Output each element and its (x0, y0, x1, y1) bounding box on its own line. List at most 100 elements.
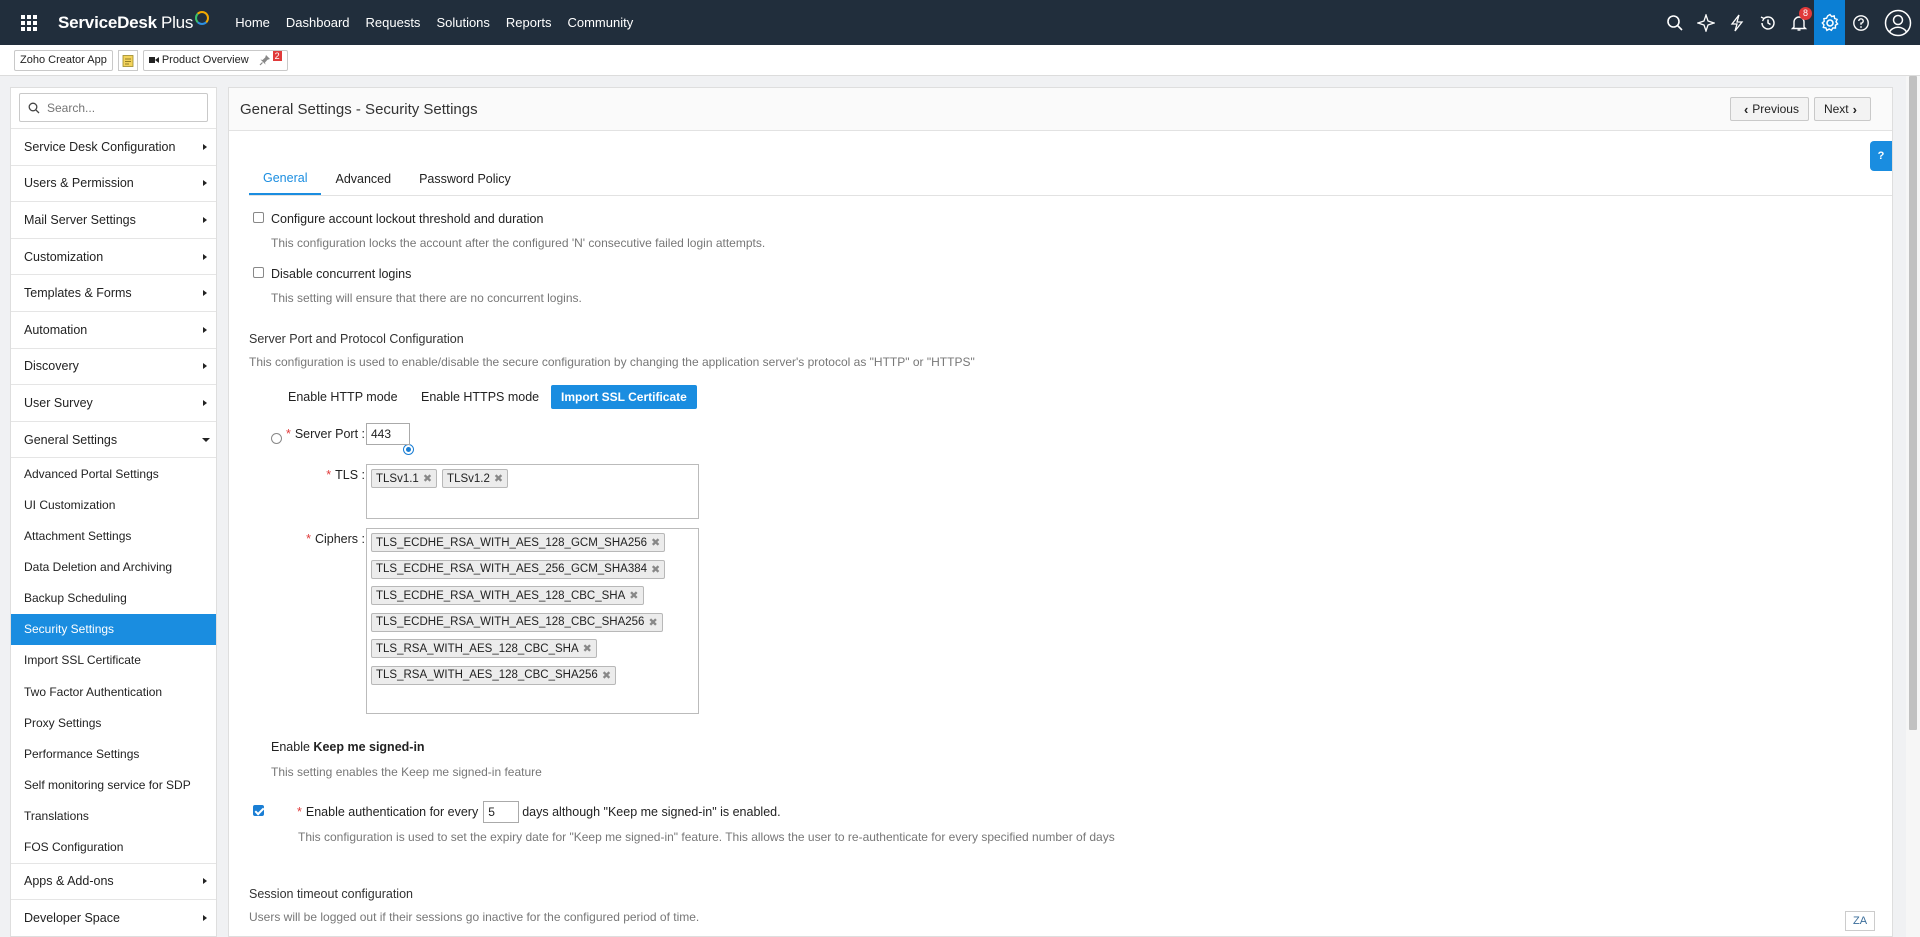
product-overview-button[interactable]: Product Overview 2 (142, 49, 288, 71)
https-mode-radio[interactable] (403, 444, 414, 455)
nav-home[interactable]: Home (235, 15, 270, 30)
keep-signed-in-checkbox[interactable] (253, 805, 264, 816)
nav-solutions[interactable]: Solutions (436, 15, 489, 30)
sidebar-item-developer-space[interactable]: Developer Space (11, 899, 216, 936)
sidebar-item-label: Automation (24, 322, 88, 337)
auth-expiry-prefix: Enable authentication for every (305, 805, 479, 819)
caret-right-icon (203, 216, 207, 223)
server-port-section-description: This configuration is used to enable/dis… (249, 355, 975, 369)
lockout-description: This configuration locks the account aft… (271, 236, 766, 250)
sidebar-sub-advanced-portal-settings[interactable]: Advanced Portal Settings (11, 458, 216, 490)
sidebar-item-general-settings[interactable]: General Settings (11, 420, 216, 458)
sidebar-item-apps-addons[interactable]: Apps & Add-ons (11, 862, 216, 900)
nav-community[interactable]: Community (567, 15, 633, 30)
caret-right-icon (203, 253, 207, 260)
scrollbar-thumb[interactable] (1909, 76, 1917, 730)
https-mode-label: Enable HTTPS mode (421, 390, 540, 404)
auth-expiry-description: This configuration is used to set the ex… (298, 830, 1115, 844)
sidebar-sub-self-monitoring-service[interactable]: Self monitoring service for SDP (11, 769, 216, 801)
brand-logo[interactable]: ServiceDesk Plus (58, 10, 210, 33)
notifications-icon[interactable]: 8 (1783, 0, 1814, 45)
auth-expiry-days-input[interactable]: 5 (483, 801, 520, 823)
sidebar-item-service-desk-configuration[interactable]: Service Desk Configuration (11, 128, 216, 165)
user-avatar-icon[interactable] (1876, 0, 1920, 45)
keep-signed-in-prefix: Enable (271, 740, 310, 754)
sidebar-item-discovery[interactable]: Discovery (11, 347, 216, 385)
page-title: General Settings - Security Settings (240, 100, 478, 118)
sidebar-sub-security-settings[interactable]: Security Settings (11, 613, 216, 645)
history-icon[interactable] (1752, 0, 1783, 45)
remove-tag-icon[interactable]: ✖ (648, 616, 657, 629)
required-marker: * (306, 532, 311, 546)
sidebar-item-mail-server-settings[interactable]: Mail Server Settings (11, 201, 216, 238)
ciphers-multiselect[interactable]: TLS_ECDHE_RSA_WITH_AES_128_GCM_SHA256 ✖ T… (366, 528, 699, 714)
sidebar-item-user-survey[interactable]: User Survey (11, 384, 216, 421)
sidebar-item-customization[interactable]: Customization (11, 237, 216, 275)
lockout-label: Configure account lockout threshold and … (271, 212, 544, 226)
sidebar-item-users-permission[interactable]: Users & Permission (11, 164, 216, 202)
keep-signed-in-label: Enable Keep me signed-in (271, 740, 425, 754)
quick-actions-icon[interactable] (1721, 0, 1752, 45)
sidebar-sub-two-factor-authentication[interactable]: Two Factor Authentication (11, 676, 216, 708)
ai-assist-icon[interactable] (1690, 0, 1721, 45)
tls-multiselect[interactable]: TLSv1.1 ✖ TLSv1.2 ✖ (366, 464, 699, 519)
sidebar-sub-ui-customization[interactable]: UI Customization (11, 489, 216, 521)
tab-password-policy[interactable]: Password Policy (405, 163, 525, 195)
sidebar-sub-fos-configuration[interactable]: FOS Configuration (11, 831, 216, 863)
settings-tabs: General Advanced Password Policy (249, 163, 525, 195)
remove-tag-icon[interactable]: ✖ (423, 472, 432, 485)
pin-icon[interactable] (259, 54, 271, 66)
tab-advanced[interactable]: Advanced (321, 163, 405, 195)
nav-reports[interactable]: Reports (506, 15, 552, 30)
sidebar-sub-performance-settings[interactable]: Performance Settings (11, 738, 216, 770)
concurrent-login-checkbox[interactable] (253, 267, 264, 278)
tls-tag: TLSv1.2 ✖ (442, 469, 509, 488)
caret-right-icon (203, 363, 207, 370)
sidebar-search[interactable] (19, 93, 208, 122)
sidebar-item-templates-forms[interactable]: Templates & Forms (11, 274, 216, 311)
keep-signed-in-description: This setting enables the Keep me signed-… (271, 765, 542, 779)
search-icon[interactable] (1659, 0, 1690, 45)
tab-general[interactable]: General (249, 163, 322, 195)
lockout-checkbox[interactable] (253, 212, 264, 223)
help-icon[interactable] (1845, 0, 1876, 45)
sidebar-search-input[interactable] (47, 100, 197, 115)
settings-gear-icon[interactable] (1814, 0, 1845, 45)
import-ssl-certificate-button[interactable]: Import SSL Certificate (551, 385, 697, 409)
sidebar-sub-attachment-settings[interactable]: Attachment Settings (11, 520, 216, 552)
sidebar-item-automation[interactable]: Automation (11, 310, 216, 348)
tabs-divider (249, 195, 1892, 196)
sidebar-item-label: Customization (24, 249, 104, 264)
notes-icon[interactable] (117, 49, 138, 71)
sidebar-sub-data-deletion-archiving[interactable]: Data Deletion and Archiving (11, 551, 216, 583)
server-port-input[interactable]: 443 (366, 423, 410, 445)
pager: ‹ Previous Next › (1725, 97, 1871, 121)
ciphers-label-text: Ciphers : (314, 532, 365, 546)
previous-button[interactable]: ‹ Previous (1729, 97, 1809, 121)
apps-grid-icon[interactable] (0, 0, 58, 45)
remove-tag-icon[interactable]: ✖ (629, 589, 638, 602)
language-toggle-icon[interactable]: ZA (1845, 911, 1875, 931)
help-tab-icon[interactable]: ? (1870, 141, 1892, 171)
remove-tag-icon[interactable]: ✖ (651, 563, 660, 576)
remove-tag-icon[interactable]: ✖ (583, 642, 592, 655)
nav-dashboard[interactable]: Dashboard (286, 15, 350, 30)
sidebar-sub-backup-scheduling[interactable]: Backup Scheduling (11, 582, 216, 614)
zoho-creator-app-button[interactable]: Zoho Creator App (14, 49, 113, 71)
sidebar-sub-import-ssl-certificate[interactable]: Import SSL Certificate (11, 644, 216, 676)
search-icon (28, 102, 40, 113)
next-button[interactable]: Next › (1813, 97, 1871, 121)
sidebar-sub-proxy-settings[interactable]: Proxy Settings (11, 707, 216, 739)
remove-tag-icon[interactable]: ✖ (651, 536, 660, 549)
chevron-right-icon: › (1852, 101, 1857, 117)
page-scrollbar[interactable] (1906, 76, 1920, 937)
sidebar-item-label: Developer Space (24, 910, 120, 925)
keep-signed-in-feature-name: Keep me signed-in (313, 740, 425, 754)
nav-requests[interactable]: Requests (366, 15, 421, 30)
http-mode-radio[interactable] (271, 433, 282, 444)
cipher-tag-label: TLS_RSA_WITH_AES_128_CBC_SHA (376, 642, 579, 655)
remove-tag-icon[interactable]: ✖ (494, 472, 503, 485)
sidebar-sub-translations[interactable]: Translations (11, 800, 216, 832)
sidebar-item-label: Users & Permission (24, 176, 134, 191)
remove-tag-icon[interactable]: ✖ (602, 669, 611, 682)
